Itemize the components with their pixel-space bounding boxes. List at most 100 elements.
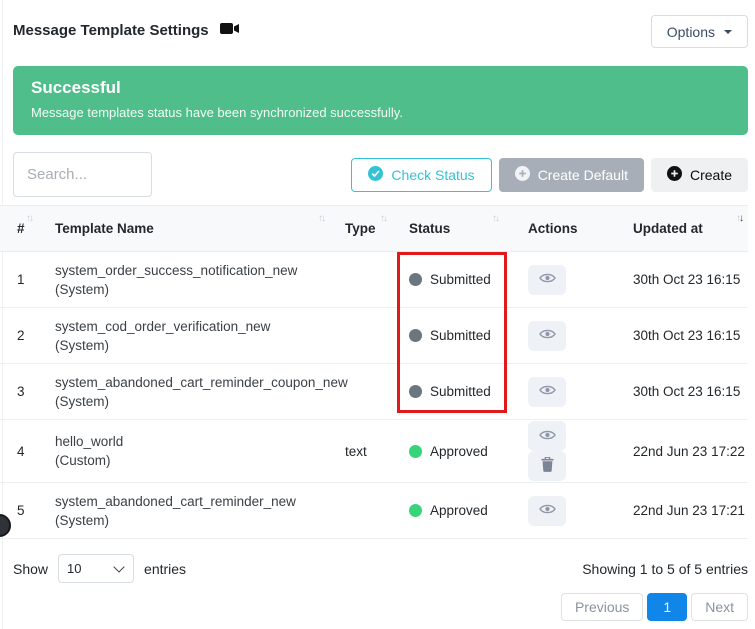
options-button-label: Options — [667, 24, 715, 40]
plus-circle-icon — [515, 166, 530, 184]
check-status-label: Check Status — [391, 167, 474, 183]
eye-icon — [539, 429, 556, 444]
next-page-button[interactable]: Next — [691, 593, 748, 621]
eye-icon — [539, 328, 556, 343]
alert-message: Message templates status have been synch… — [31, 105, 730, 120]
eye-icon — [539, 272, 556, 287]
updated-at: 30th Oct 23 16:15 — [612, 308, 748, 364]
check-circle-icon — [368, 166, 383, 184]
actions-cell — [504, 483, 612, 539]
row-number: 2 — [0, 308, 38, 364]
page-title-text: Message Template Settings — [13, 22, 209, 39]
table-row: 3 system_abandoned_cart_reminder_coupon_… — [0, 364, 748, 420]
status-dot — [409, 504, 422, 517]
message-template-settings-page: Message Template Settings Options Succes… — [0, 0, 755, 629]
column-header-number[interactable]: # ↑↓ — [0, 206, 38, 252]
status-cell: Submitted — [392, 308, 504, 364]
toolbar: Check Status Create Default Create — [13, 152, 748, 197]
table-row: 2 system_cod_order_verification_new (Sys… — [0, 308, 748, 364]
template-name-cell: system_abandoned_cart_reminder_coupon_ne… — [38, 364, 330, 420]
alert-title: Successful — [31, 78, 730, 98]
page-size-select[interactable]: 10 — [58, 554, 134, 583]
caret-down-icon — [724, 30, 732, 34]
pagination: Previous 1 Next — [0, 593, 748, 621]
template-name: system_order_success_notification_new — [55, 261, 329, 280]
template-name: hello_world — [55, 432, 329, 451]
success-alert: Successful Message templates status have… — [13, 66, 748, 135]
page-1-button[interactable]: 1 — [647, 593, 687, 621]
updated-at: 30th Oct 23 16:15 — [612, 252, 748, 308]
column-header-updated-at[interactable]: Updated at ↑↓ — [612, 206, 748, 252]
view-button[interactable] — [528, 265, 566, 295]
options-button[interactable]: Options — [651, 15, 748, 48]
delete-button[interactable] — [528, 451, 566, 481]
sort-arrows-icon: ↑↓ — [492, 213, 498, 224]
updated-at: 22nd Jun 23 17:22 — [612, 420, 748, 483]
actions-cell — [504, 252, 612, 308]
status-cell: Approved — [392, 420, 504, 483]
check-status-button[interactable]: Check Status — [351, 158, 491, 192]
view-button[interactable] — [528, 421, 566, 451]
template-origin: (System) — [55, 280, 329, 299]
template-type — [330, 483, 392, 539]
sort-arrows-icon: ↑↓ — [318, 213, 324, 224]
actions-cell — [504, 364, 612, 420]
status-cell: Approved — [392, 483, 504, 539]
template-name-cell: system_abandoned_cart_reminder_new (Syst… — [38, 483, 330, 539]
sort-arrows-icon: ↑↓ — [736, 213, 742, 224]
previous-page-button[interactable]: Previous — [561, 593, 643, 621]
create-button[interactable]: Create — [651, 158, 748, 192]
updated-at: 22nd Jun 23 17:21 — [612, 483, 748, 539]
status-label: Submitted — [430, 384, 491, 399]
template-type — [330, 308, 392, 364]
table-header-row: # ↑↓ Template Name ↑↓ Type ↑↓ Status ↑↓ — [0, 206, 748, 252]
template-type: text — [330, 420, 392, 483]
search-input[interactable] — [13, 152, 152, 197]
template-name: system_abandoned_cart_reminder_coupon_ne… — [55, 373, 329, 392]
page-title: Message Template Settings — [13, 22, 240, 39]
status-label: Approved — [430, 444, 488, 459]
table-footer: Show 10 entries Showing 1 to 5 of 5 entr… — [13, 554, 748, 583]
sort-arrows-icon: ↑↓ — [380, 213, 386, 224]
eye-icon — [539, 503, 556, 518]
template-name: system_cod_order_verification_new — [55, 317, 329, 336]
template-name-cell: hello_world (Custom) — [38, 420, 330, 483]
table-row: 4 hello_world (Custom) text Approved 22n… — [0, 420, 748, 483]
template-origin: (Custom) — [55, 451, 329, 470]
status-dot — [409, 445, 422, 458]
template-type — [330, 364, 392, 420]
template-origin: (System) — [55, 511, 329, 530]
eye-icon — [539, 384, 556, 399]
page-size-wrapper: 10 — [58, 554, 134, 583]
status-cell: Submitted — [392, 364, 504, 420]
row-number: 4 — [0, 420, 38, 483]
show-label: Show — [13, 561, 48, 577]
status-dot — [409, 273, 422, 286]
table-row: 1 system_order_success_notification_new … — [0, 252, 748, 308]
page-header: Message Template Settings Options — [0, 0, 755, 48]
plus-circle-icon — [667, 166, 682, 184]
template-origin: (System) — [55, 336, 329, 355]
view-button[interactable] — [528, 321, 566, 351]
templates-table: # ↑↓ Template Name ↑↓ Type ↑↓ Status ↑↓ — [0, 205, 748, 539]
status-label: Submitted — [430, 328, 491, 343]
showing-entries-text: Showing 1 to 5 of 5 entries — [582, 561, 748, 577]
column-header-status[interactable]: Status ↑↓ — [392, 206, 504, 252]
entries-label: entries — [144, 561, 186, 577]
create-default-button[interactable]: Create Default — [499, 158, 644, 192]
table-row: 5 system_abandoned_cart_reminder_new (Sy… — [0, 483, 748, 539]
template-name-cell: system_cod_order_verification_new (Syste… — [38, 308, 330, 364]
row-number: 3 — [0, 364, 38, 420]
view-button[interactable] — [528, 496, 566, 526]
sort-arrows-icon: ↑↓ — [26, 213, 32, 224]
view-button[interactable] — [528, 377, 566, 407]
status-dot — [409, 329, 422, 342]
create-default-label: Create Default — [538, 167, 628, 183]
toolbar-buttons: Check Status Create Default Create — [351, 158, 748, 192]
column-header-type[interactable]: Type ↑↓ — [330, 206, 392, 252]
status-label: Submitted — [430, 272, 491, 287]
template-name: system_abandoned_cart_reminder_new — [55, 492, 329, 511]
status-label: Approved — [430, 503, 488, 518]
actions-cell — [504, 308, 612, 364]
column-header-template-name[interactable]: Template Name ↑↓ — [38, 206, 330, 252]
